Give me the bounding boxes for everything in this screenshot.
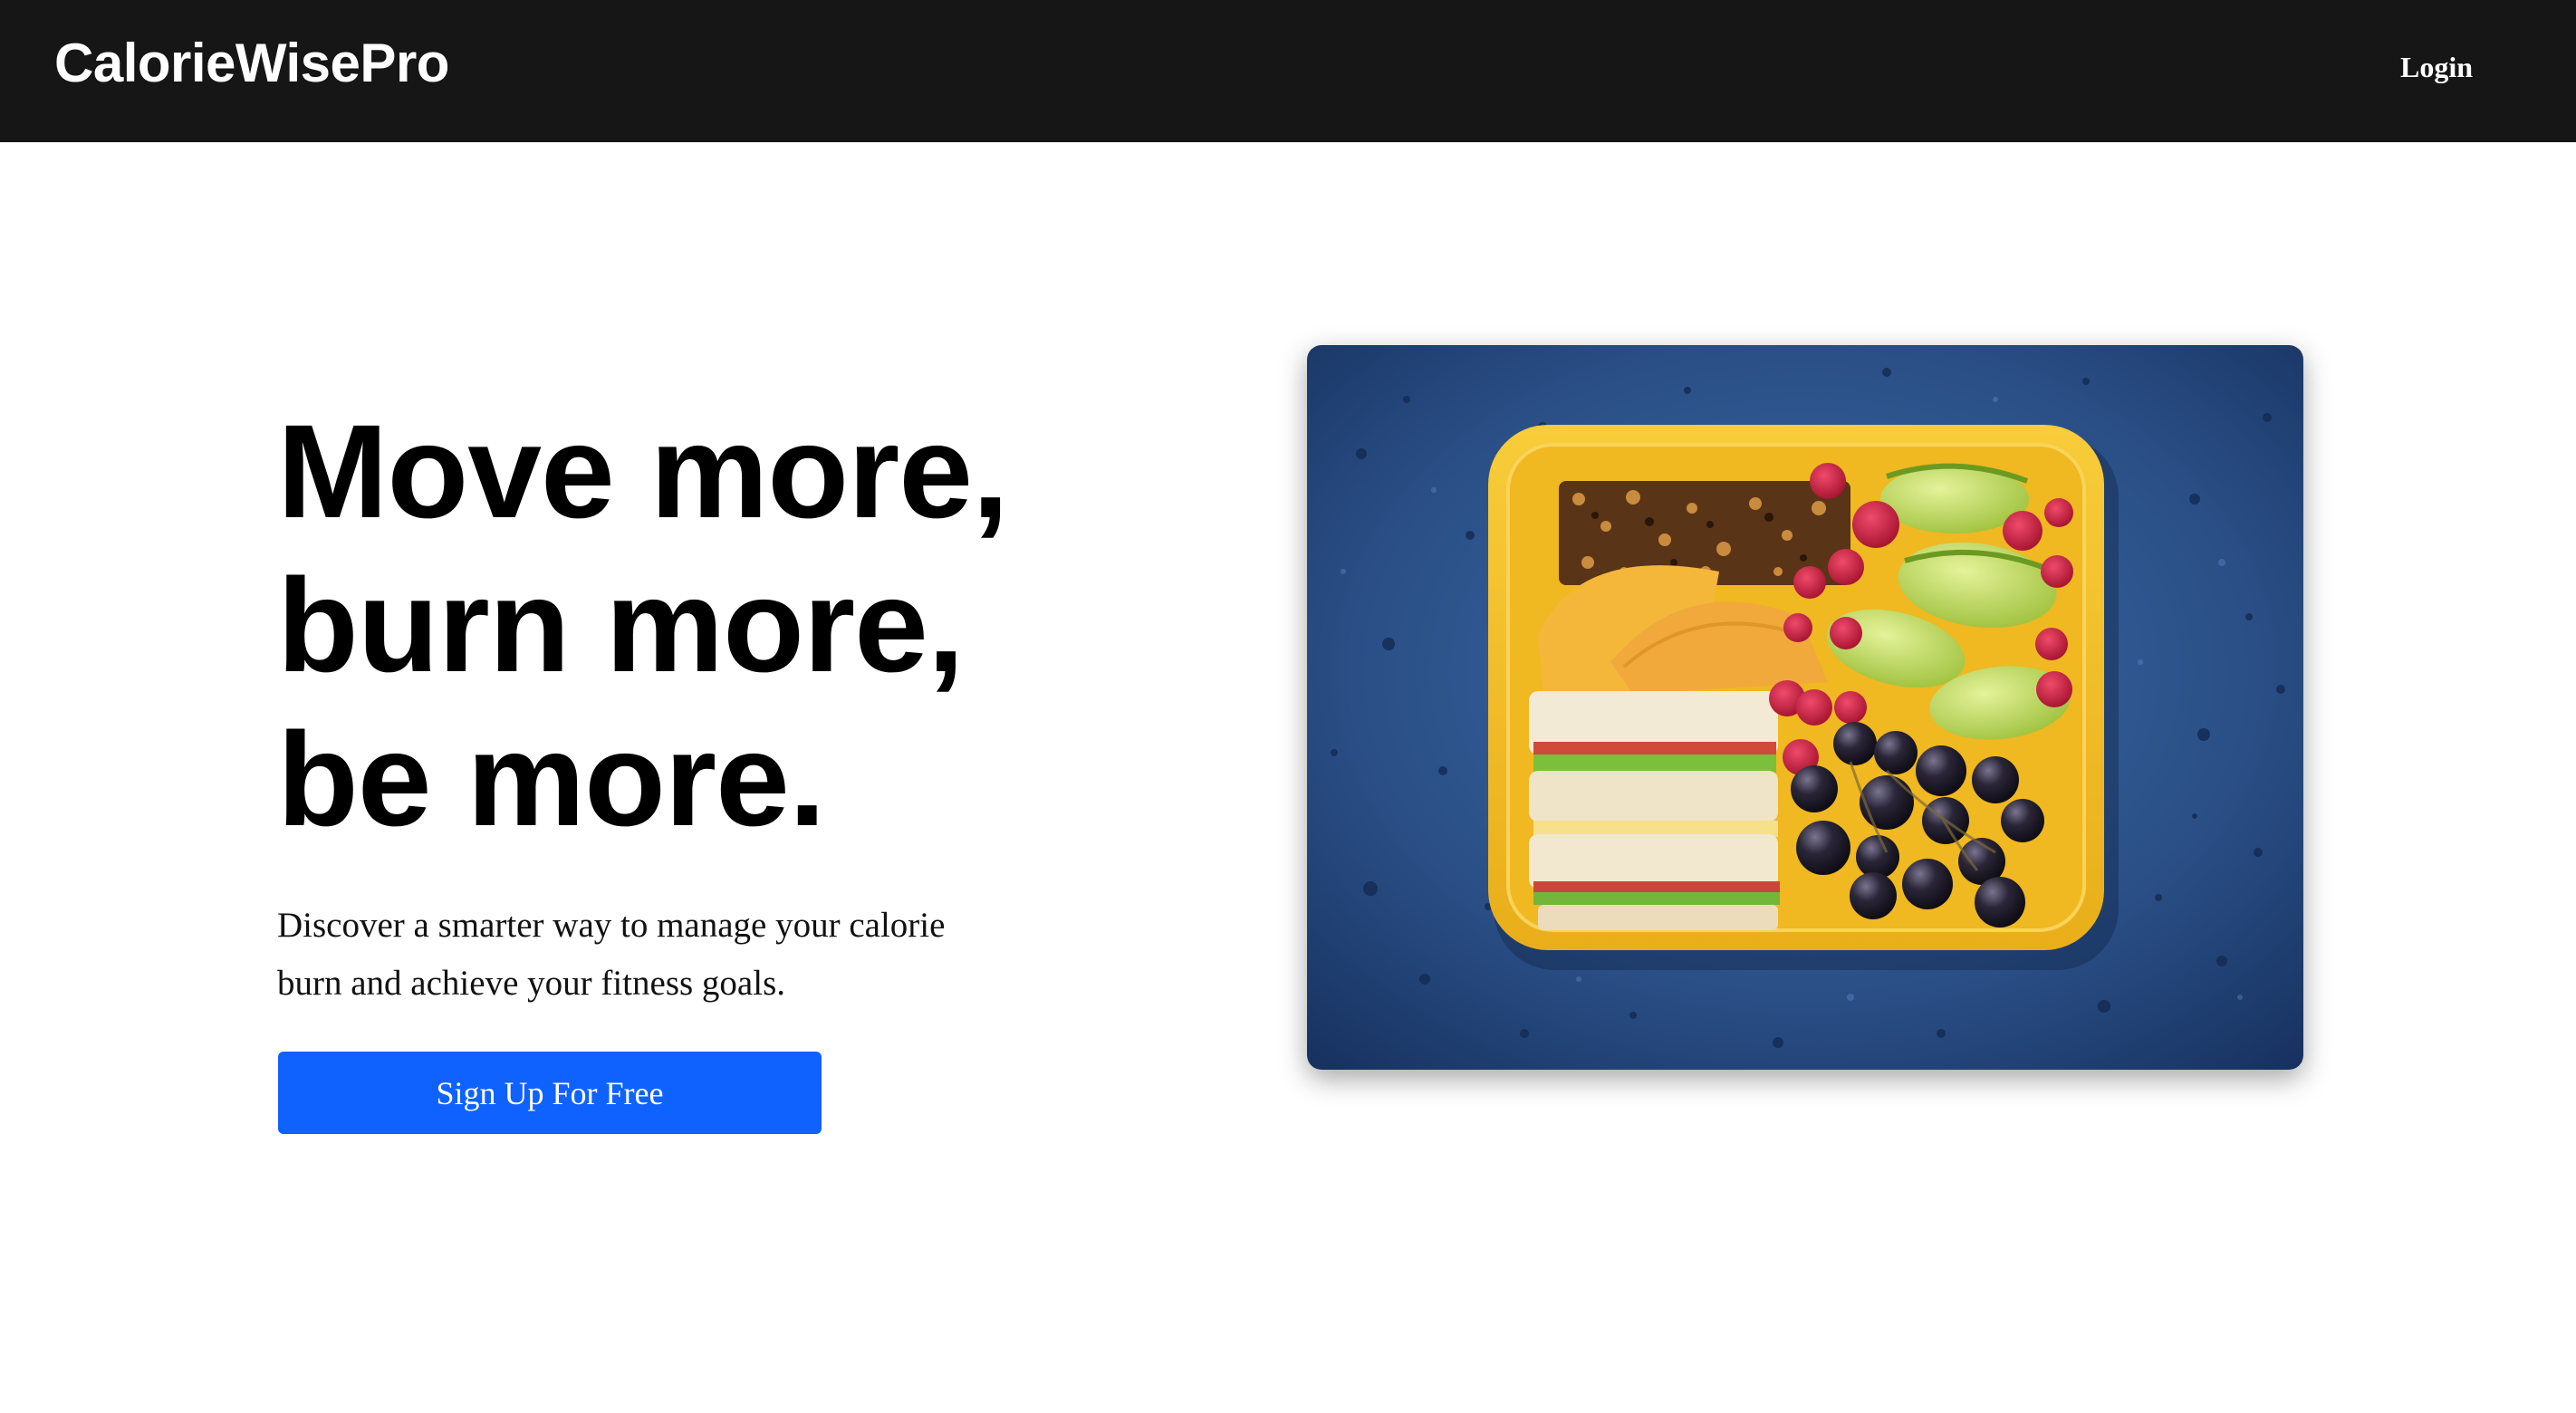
headline-line-3: be more. — [277, 706, 826, 854]
sign-up-button[interactable]: Sign Up For Free — [278, 1052, 822, 1134]
hero-subtitle: Discover a smarter way to manage your ca… — [277, 906, 946, 1003]
headline-line-2: burn more, — [277, 552, 965, 700]
headline-line-1: Move more, — [277, 398, 1009, 546]
hero-headline: Move more, burn more, be more. — [277, 395, 1009, 857]
top-navbar: CalorieWisePro Login — [0, 0, 2576, 142]
login-link[interactable]: Login — [2400, 45, 2473, 89]
brand-logo[interactable]: CalorieWisePro — [54, 31, 449, 96]
hero-food-image — [1307, 345, 2303, 1070]
